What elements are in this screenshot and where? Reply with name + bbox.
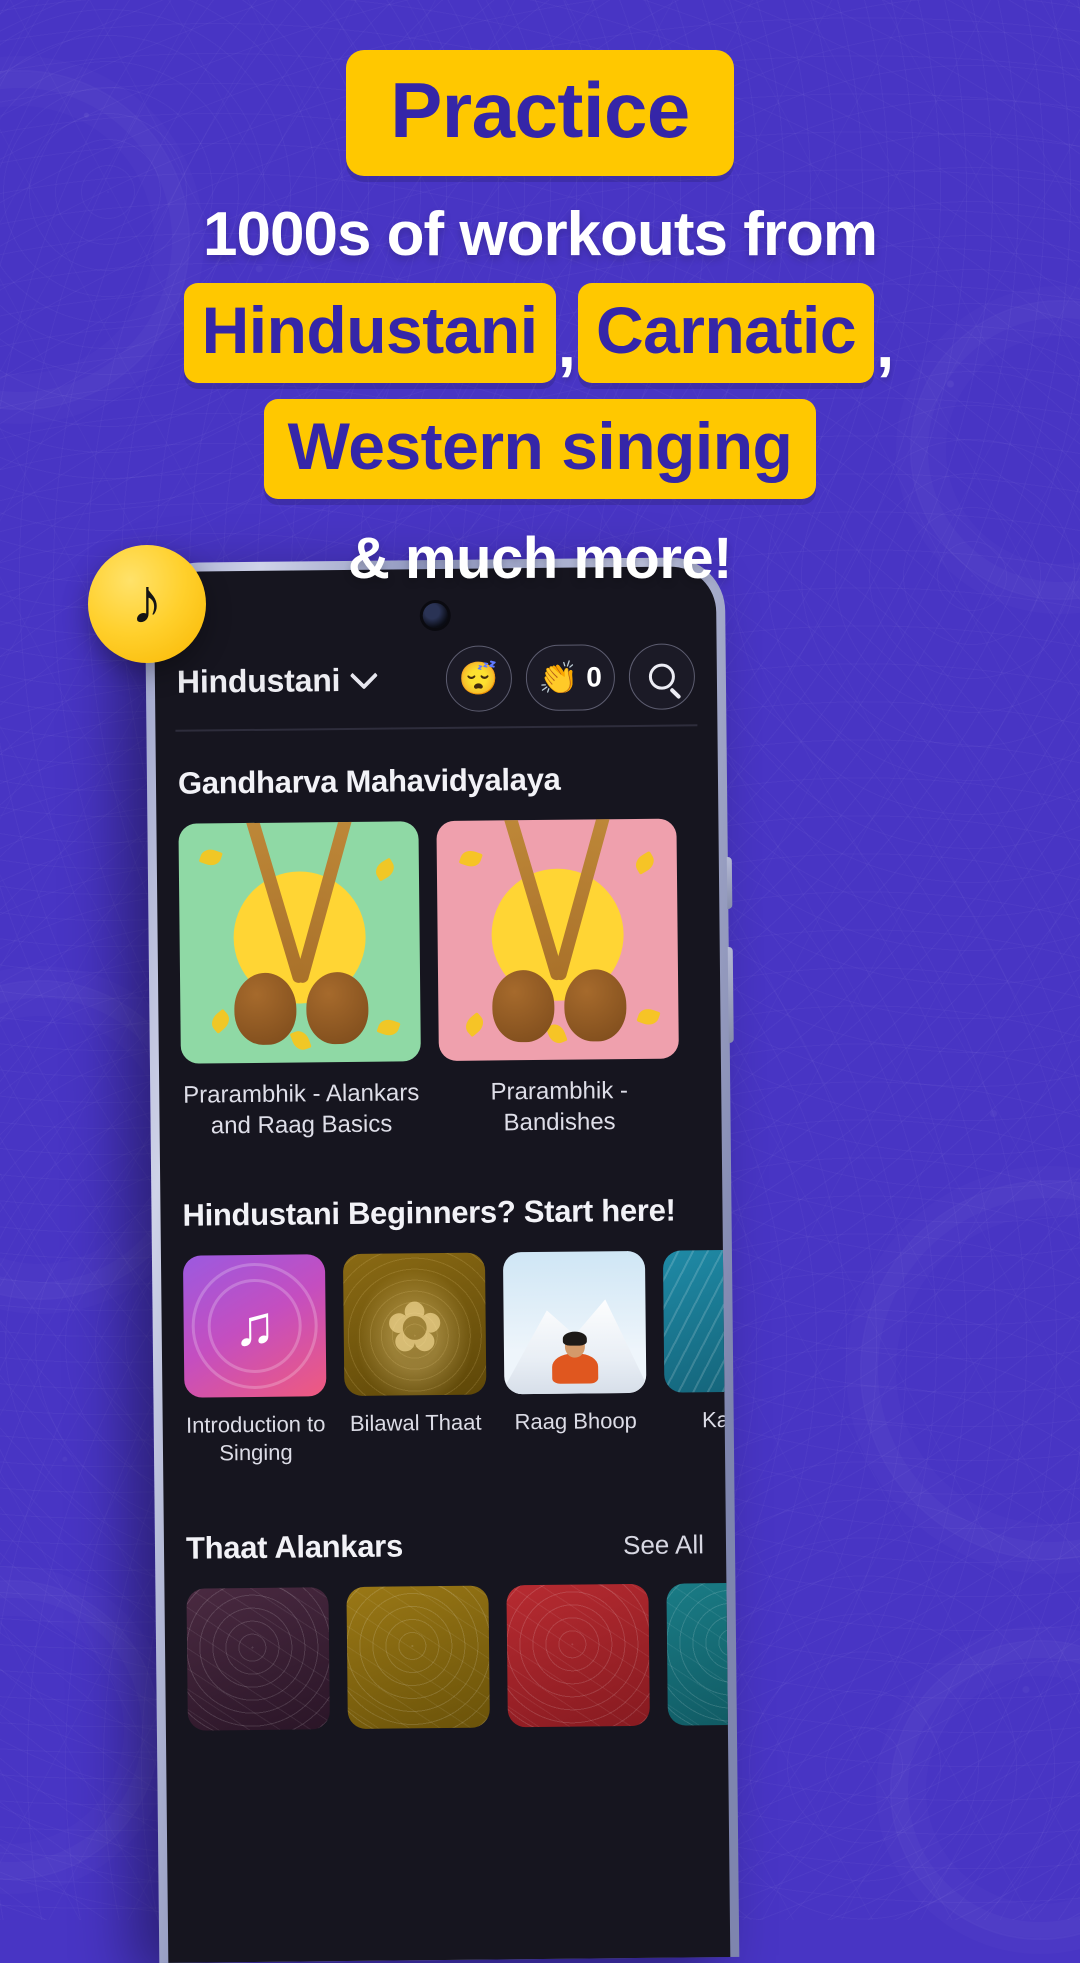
mandala-decoration (890, 1640, 1080, 1940)
front-camera-icon (422, 602, 448, 629)
music-note-icon: ♪ (131, 565, 163, 637)
mandala-decoration (860, 1180, 1080, 1560)
section-header: Hindustani Beginners? Start here! (182, 1192, 700, 1233)
ripple-decoration: ♫ (183, 1254, 326, 1397)
profile-button[interactable]: 😴 (445, 645, 512, 712)
mandala-decoration (0, 1580, 160, 1880)
section-header: Gandharva Mahavidyalaya (178, 760, 696, 801)
lesson-label: Raag Bhoop (514, 1407, 637, 1435)
sleepy-face-emoji: 😴 (458, 660, 499, 697)
phone-screen: Hindustani 😴 👏 0 Gandharva Mahavidyalaya… (153, 566, 731, 1963)
alankar-card[interactable] (506, 1583, 650, 1728)
course-thumbnail (436, 818, 679, 1061)
language-selector[interactable]: Hindustani (176, 661, 379, 700)
claps-button[interactable]: 👏 0 (525, 644, 616, 712)
section-thaat-alankars: Thaat Alankars See All (164, 1525, 731, 1731)
hindustani-badge: Hindustani (183, 283, 556, 384)
section-beginners: Hindustani Beginners? Start here! ♫ Intr… (160, 1192, 731, 1469)
section-title: Gandharva Mahavidyalaya (177, 761, 561, 801)
alankar-card[interactable] (666, 1582, 731, 1726)
music-stairs-icon: ♫ (233, 1293, 277, 1358)
app-logo-badge: ♪ (88, 545, 206, 663)
language-label: Hindustani (176, 661, 341, 700)
chevron-down-icon (350, 661, 379, 690)
alankar-card[interactable] (346, 1585, 490, 1730)
headline-row-western: Western singing (0, 399, 1080, 500)
comma-separator: , (876, 307, 895, 382)
lesson-card[interactable]: Raag Bhoop (502, 1250, 647, 1466)
lesson-thumbnail: ♫ (182, 1254, 327, 1398)
course-card-row: Prarambhik - Alankars and Raag Basics Pr… (178, 818, 699, 1142)
search-icon (648, 663, 676, 690)
peacock-icon: ✿ (384, 1287, 445, 1367)
lesson-thumbnail (662, 1249, 731, 1393)
carnatic-badge: Carnatic (577, 283, 875, 384)
headline-row-styles: Hindustani , Carnatic , (0, 283, 1080, 384)
wave-pattern (662, 1249, 731, 1393)
hero-headline: Practice 1000s of workouts from Hindusta… (0, 0, 1080, 592)
phone-side-button (726, 856, 733, 909)
app-header: Hindustani 😴 👏 0 (154, 628, 717, 730)
header-actions: 😴 👏 0 (445, 643, 696, 712)
course-card[interactable]: Prarambhik - Alankars and Raag Basics (178, 820, 421, 1142)
alankar-thumbnail (506, 1583, 650, 1728)
practice-badge: Practice (346, 50, 734, 176)
headline-row-practice: Practice (0, 50, 1080, 176)
lesson-thumbnail: ✿ (342, 1252, 487, 1396)
section-title: Thaat Alankars (185, 1528, 404, 1566)
lesson-label: Kalyan (701, 1406, 731, 1433)
lesson-card[interactable]: Kalyan (662, 1249, 731, 1464)
section-title: Hindustani Beginners? Start here! (182, 1192, 676, 1233)
lesson-card-row: ♫ Introduction to Singing ✿ Bilawal Thaa… (182, 1249, 731, 1469)
phone-volume-button (727, 946, 734, 1043)
headline-workouts: 1000s of workouts from (203, 200, 878, 269)
section-header: Thaat Alankars See All (186, 1525, 704, 1566)
alankar-thumbnail (186, 1587, 330, 1731)
course-card[interactable]: Prarambhik - Bandishes (436, 818, 679, 1139)
clapping-hands-emoji: 👏 (538, 659, 579, 696)
comma-separator: , (557, 307, 576, 382)
alankar-thumbnail (346, 1585, 490, 1730)
lesson-label: Introduction to Singing (185, 1411, 326, 1466)
alankar-thumbnail (666, 1582, 731, 1726)
course-thumbnail (178, 820, 421, 1064)
course-label: Prarambhik - Alankars and Raag Basics (183, 1078, 420, 1140)
search-button[interactable] (628, 643, 696, 711)
meditating-monk-icon (551, 1331, 599, 1384)
section-gandharva: Gandharva Mahavidyalaya Prarambhik - Ala… (156, 760, 722, 1142)
lesson-card[interactable]: ♫ Introduction to Singing (182, 1254, 327, 1469)
phone-mockup: Hindustani 😴 👏 0 Gandharva Mahavidyalaya… (144, 557, 740, 1963)
course-label: Prarambhik - Bandishes (490, 1076, 629, 1137)
alankar-card[interactable] (186, 1587, 330, 1731)
see-all-link[interactable]: See All (623, 1529, 704, 1561)
clap-count: 0 (586, 661, 603, 693)
lesson-card[interactable]: ✿ Bilawal Thaat (342, 1252, 487, 1467)
lesson-thumbnail (502, 1250, 647, 1395)
western-singing-badge: Western singing (263, 399, 817, 500)
lesson-label: Bilawal Thaat (349, 1409, 482, 1436)
alankar-card-row (186, 1582, 731, 1731)
